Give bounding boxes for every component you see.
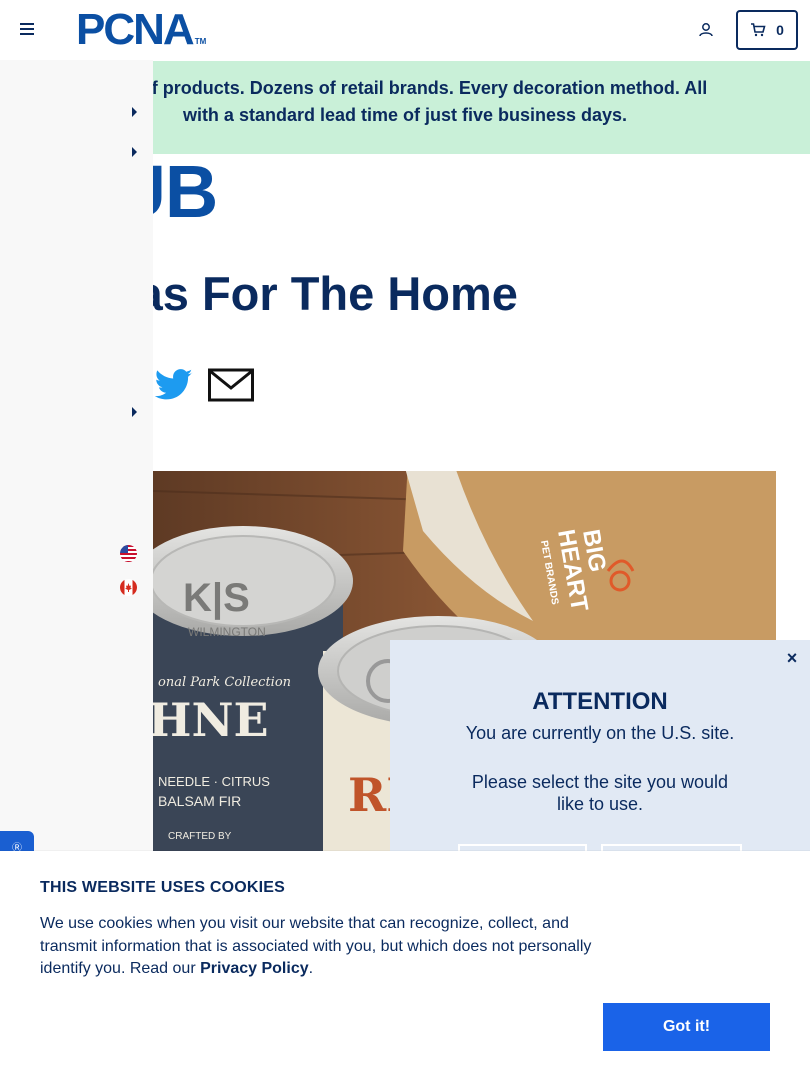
hero-can-text-7: onal Park Collection: [158, 675, 291, 690]
chevron-right-icon: [132, 407, 137, 417]
pcna-logo[interactable]: PCNA TM: [76, 8, 206, 64]
side-menu-item-3[interactable]: [0, 400, 153, 424]
hero-can-text-1: K|S: [183, 576, 250, 620]
hero-can-text-3: HNE: [153, 693, 269, 747]
menu-icon[interactable]: [20, 23, 36, 37]
cookie-title: THIS WEBSITE USES COOKIES: [40, 879, 286, 896]
cookie-banner: THIS WEBSITE USES COOKIES We use cookies…: [0, 851, 810, 1080]
modal-current-site-text: You are currently on the U.S. site.: [465, 723, 735, 743]
logo-text: PCNA: [76, 5, 195, 54]
cart-icon: [751, 23, 766, 37]
side-menu-item-2[interactable]: [0, 140, 153, 164]
privacy-policy-link[interactable]: Privacy Policy: [200, 960, 309, 977]
canada-flag-icon[interactable]: [120, 579, 137, 596]
cart-count: 0: [776, 22, 784, 38]
cookie-body: We use cookies when you visit our websit…: [40, 913, 610, 981]
attention-modal: × ATTENTION You are currently on the U.S…: [390, 640, 810, 880]
close-icon[interactable]: ×: [784, 648, 800, 668]
logo-trademark: TM: [194, 37, 207, 46]
hero-can-text-4: NEEDLE · CITRUS: [158, 774, 270, 789]
announcement-line-2: with a standard lead time of just five b…: [182, 105, 628, 125]
us-flag-icon[interactable]: [120, 545, 137, 562]
hero-can-text-5: BALSAM FIR: [158, 793, 241, 809]
hero-can-text-2: WILMINGTON: [188, 625, 266, 639]
modal-title: ATTENTION: [532, 688, 668, 715]
user-icon[interactable]: [697, 21, 715, 39]
cookie-body-period: .: [308, 960, 314, 977]
modal-select-site-text: Please select the site you would like to…: [471, 772, 729, 814]
twitter-share-icon[interactable]: [155, 368, 193, 402]
cookie-body-text: We use cookies when you visit our websit…: [40, 915, 592, 977]
email-share-icon[interactable]: [208, 368, 254, 402]
side-menu-item-1[interactable]: [0, 100, 153, 124]
chevron-right-icon: [132, 147, 137, 157]
got-it-button[interactable]: Got it!: [603, 1003, 770, 1051]
hero-can-text-6: CRAFTED BY: [168, 831, 232, 842]
cart-button[interactable]: 0: [736, 10, 798, 50]
site-header: PCNA TM 0: [0, 0, 810, 60]
chevron-right-icon: [132, 107, 137, 117]
